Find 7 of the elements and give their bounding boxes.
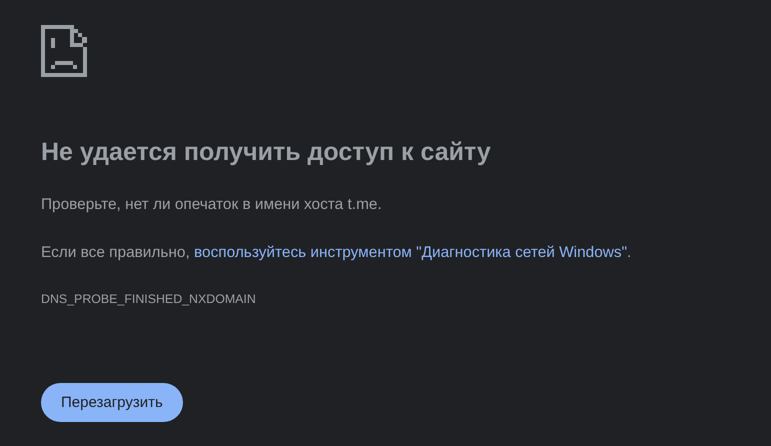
suggestion-text: Если все правильно, воспользуйтесь инструментом "Диагностика сетей Windows".: [41, 243, 632, 263]
diagnostics-link[interactable]: воспользуйтесь инструментом "Диагностика сетей Windows": [194, 244, 628, 261]
error-code: DNS_PROBE_FINISHED_NXDOMAIN: [41, 291, 256, 307]
sad-page-icon: [41, 25, 87, 77]
hint-text: Проверьте, нет ли опечаток в имени хоста t.me.: [41, 195, 382, 215]
error-title: Не удается получить доступ к сайту: [41, 137, 491, 167]
reload-button[interactable]: Перезагрузить: [41, 383, 183, 422]
